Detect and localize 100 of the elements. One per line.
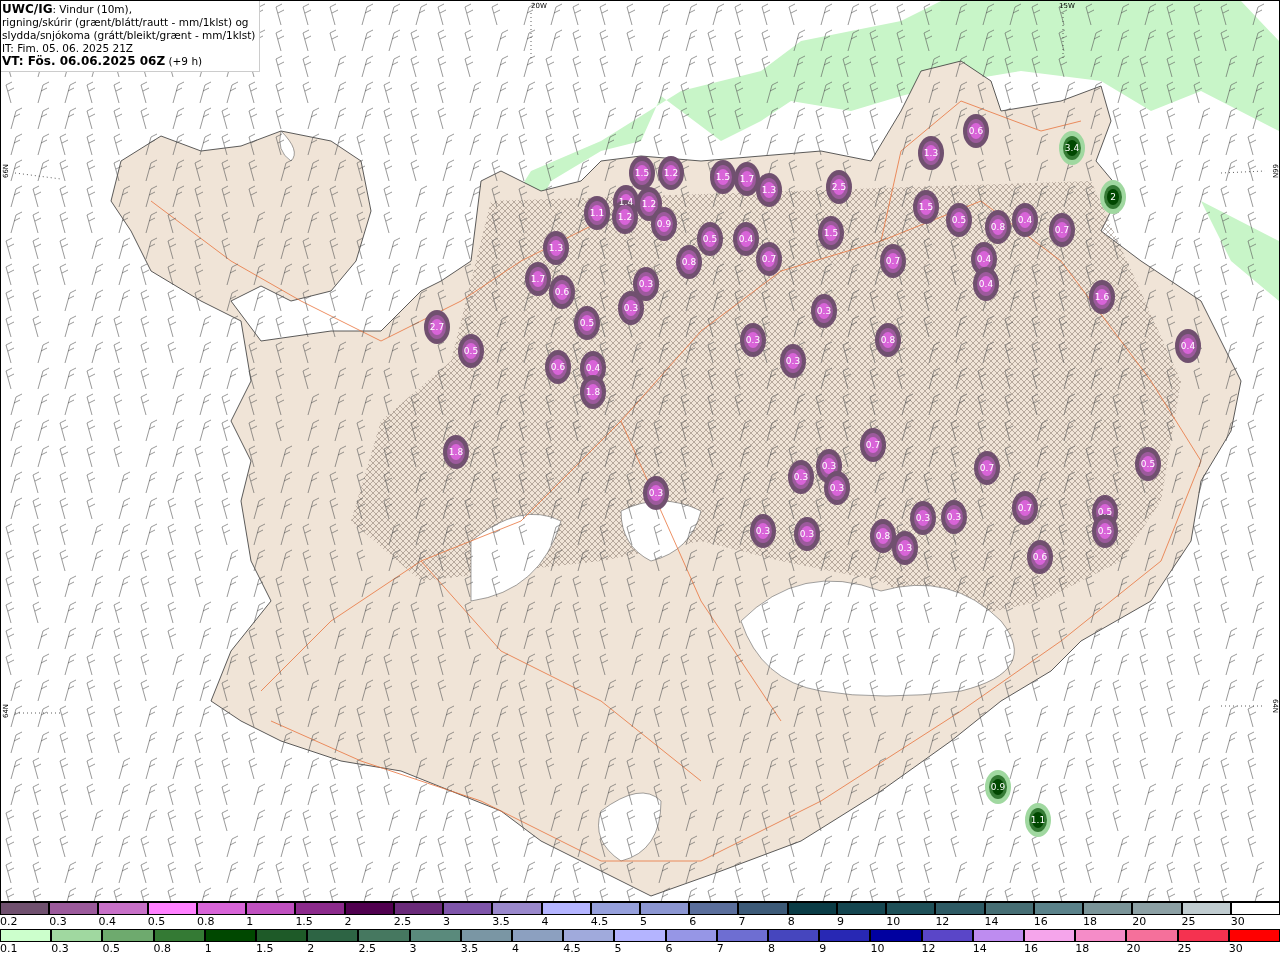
legend-label: 0.4	[98, 915, 116, 929]
snowfall-area	[1089, 280, 1115, 314]
precipitation-value: 0.4	[738, 234, 754, 244]
header-line: IT: Fim. 05. 06. 2025 21Z	[2, 42, 134, 55]
legend-label: 3	[409, 942, 417, 956]
legend-label: 3.5	[460, 942, 479, 956]
snowfall-area	[985, 210, 1011, 244]
legend-label: 0.3	[49, 915, 67, 929]
snowfall-area	[918, 136, 944, 170]
snowfall-area	[788, 460, 814, 494]
snowfall-area	[1175, 329, 1201, 363]
snowfall-area	[974, 451, 1000, 485]
snowfall-area	[584, 196, 610, 230]
legend-label: 0.5	[147, 915, 166, 929]
legend-label: 20	[1126, 942, 1141, 956]
precipitation-value: 0.5	[951, 215, 967, 225]
snowfall-area	[676, 245, 702, 279]
header-line: slydda/snjókoma (grátt/bleikt/grænt - mm/1klst)	[2, 29, 256, 42]
precipitation-value: 0.9	[990, 782, 1006, 792]
legend-label: 12	[921, 942, 936, 956]
snowfall-area	[910, 501, 936, 535]
snowfall-area	[818, 216, 844, 250]
snowfall-area	[710, 160, 736, 194]
header-line: UWC/IG: Vindur (10m),	[2, 3, 133, 16]
precipitation-value: 1.5	[715, 172, 731, 182]
precipitation-value: 0.3	[648, 488, 664, 498]
legend-label: 2.5	[393, 915, 412, 929]
legend-label: 20	[1132, 915, 1147, 929]
legend-label: 2	[344, 915, 352, 929]
snowfall-area	[880, 244, 906, 278]
legend-label: 18	[1083, 915, 1098, 929]
legend-label: 0.1	[0, 942, 18, 956]
header-line: rigning/skúrir (grænt/blátt/rautt - mm/1klst) og	[2, 16, 250, 29]
precipitation-value: 0.6	[1032, 552, 1048, 562]
snowfall-area	[941, 500, 967, 534]
precipitation-value: 1.7	[739, 174, 755, 184]
legend-label: 4	[541, 915, 549, 929]
snowfall-area	[697, 222, 723, 256]
precipitation-value: 0.3	[946, 512, 962, 522]
precipitation-value: 1.2	[641, 199, 657, 209]
precipitation-value: 1.5	[918, 202, 934, 212]
precipitation-value: 0.9	[656, 219, 672, 229]
precipitation-value: 0.7	[761, 254, 777, 264]
legend-label: 14	[972, 942, 987, 956]
legend-label: 9	[836, 915, 844, 929]
precipitation-value: 0.5	[1097, 526, 1113, 536]
precipitation-value: 0.3	[816, 306, 832, 316]
legend-label: 6	[665, 942, 673, 956]
snowfall-area	[946, 203, 972, 237]
snowfall-area	[734, 162, 760, 196]
precipitation-value: 0.8	[875, 531, 891, 541]
precipitation-value: 0.7	[1054, 225, 1070, 235]
precipitation-value: 1.3	[548, 243, 564, 253]
precipitation-value: 1.2	[617, 212, 633, 222]
legend-label: 4.5	[590, 915, 609, 929]
legend-label: 25	[1181, 915, 1196, 929]
precipitation-value: 0.7	[865, 440, 881, 450]
legend-label: 1.5	[256, 942, 274, 956]
legend-label: 16	[1033, 915, 1048, 929]
legend-label: 0.3	[51, 942, 69, 956]
legend-label: 30	[1228, 942, 1243, 956]
snowfall-area	[629, 156, 655, 190]
precipitation-value: 0.8	[880, 335, 896, 345]
snowfall-area	[750, 514, 776, 548]
precipitation-value: 2.7	[429, 322, 445, 332]
precipitation-value: 1.5	[823, 228, 839, 238]
legend-label: 18	[1075, 942, 1090, 956]
legend-label: 5	[614, 942, 622, 956]
precipitation-value: 0.3	[623, 303, 639, 313]
snowfall-area	[424, 310, 450, 344]
legend-label: 2	[307, 942, 315, 956]
precipitation-value: 0.4	[976, 254, 992, 264]
legend-label: 1	[204, 942, 212, 956]
snowfall-area	[443, 435, 469, 469]
legend-label: 7	[716, 942, 724, 956]
precipitation-value: 0.4	[1180, 341, 1196, 351]
snowfall-area	[549, 275, 575, 309]
precipitation-value: 0.3	[755, 526, 771, 536]
snowfall-area	[756, 173, 782, 207]
snowfall-area	[875, 323, 901, 357]
snowfall-area	[651, 207, 677, 241]
precipitation-value: 0.7	[1017, 503, 1033, 513]
header-line: VT: Fös. 06.06.2025 06Z (+9 h)	[2, 55, 204, 68]
snowfall-area	[525, 262, 551, 296]
precipitation-value: 0.8	[681, 257, 697, 267]
legend-label: 3	[443, 915, 451, 929]
legend-label: 1	[246, 915, 254, 929]
legend-label: 7	[738, 915, 746, 929]
legend-label: 12	[935, 915, 950, 929]
snowfall-area	[733, 222, 759, 256]
precipitation-value: 0.3	[638, 279, 654, 289]
precipitation-value: 0.8	[990, 222, 1006, 232]
legend-label: 6	[689, 915, 697, 929]
legend-label: 5	[640, 915, 647, 929]
legend-label: 1.5	[295, 915, 313, 929]
precipitation-value: 0.7	[885, 256, 901, 266]
precipitation-value: 1.8	[585, 387, 601, 397]
legend-label: 4.5	[563, 942, 581, 956]
precipitation-value: 0.4	[1017, 215, 1033, 225]
snowfall-area	[794, 517, 820, 551]
